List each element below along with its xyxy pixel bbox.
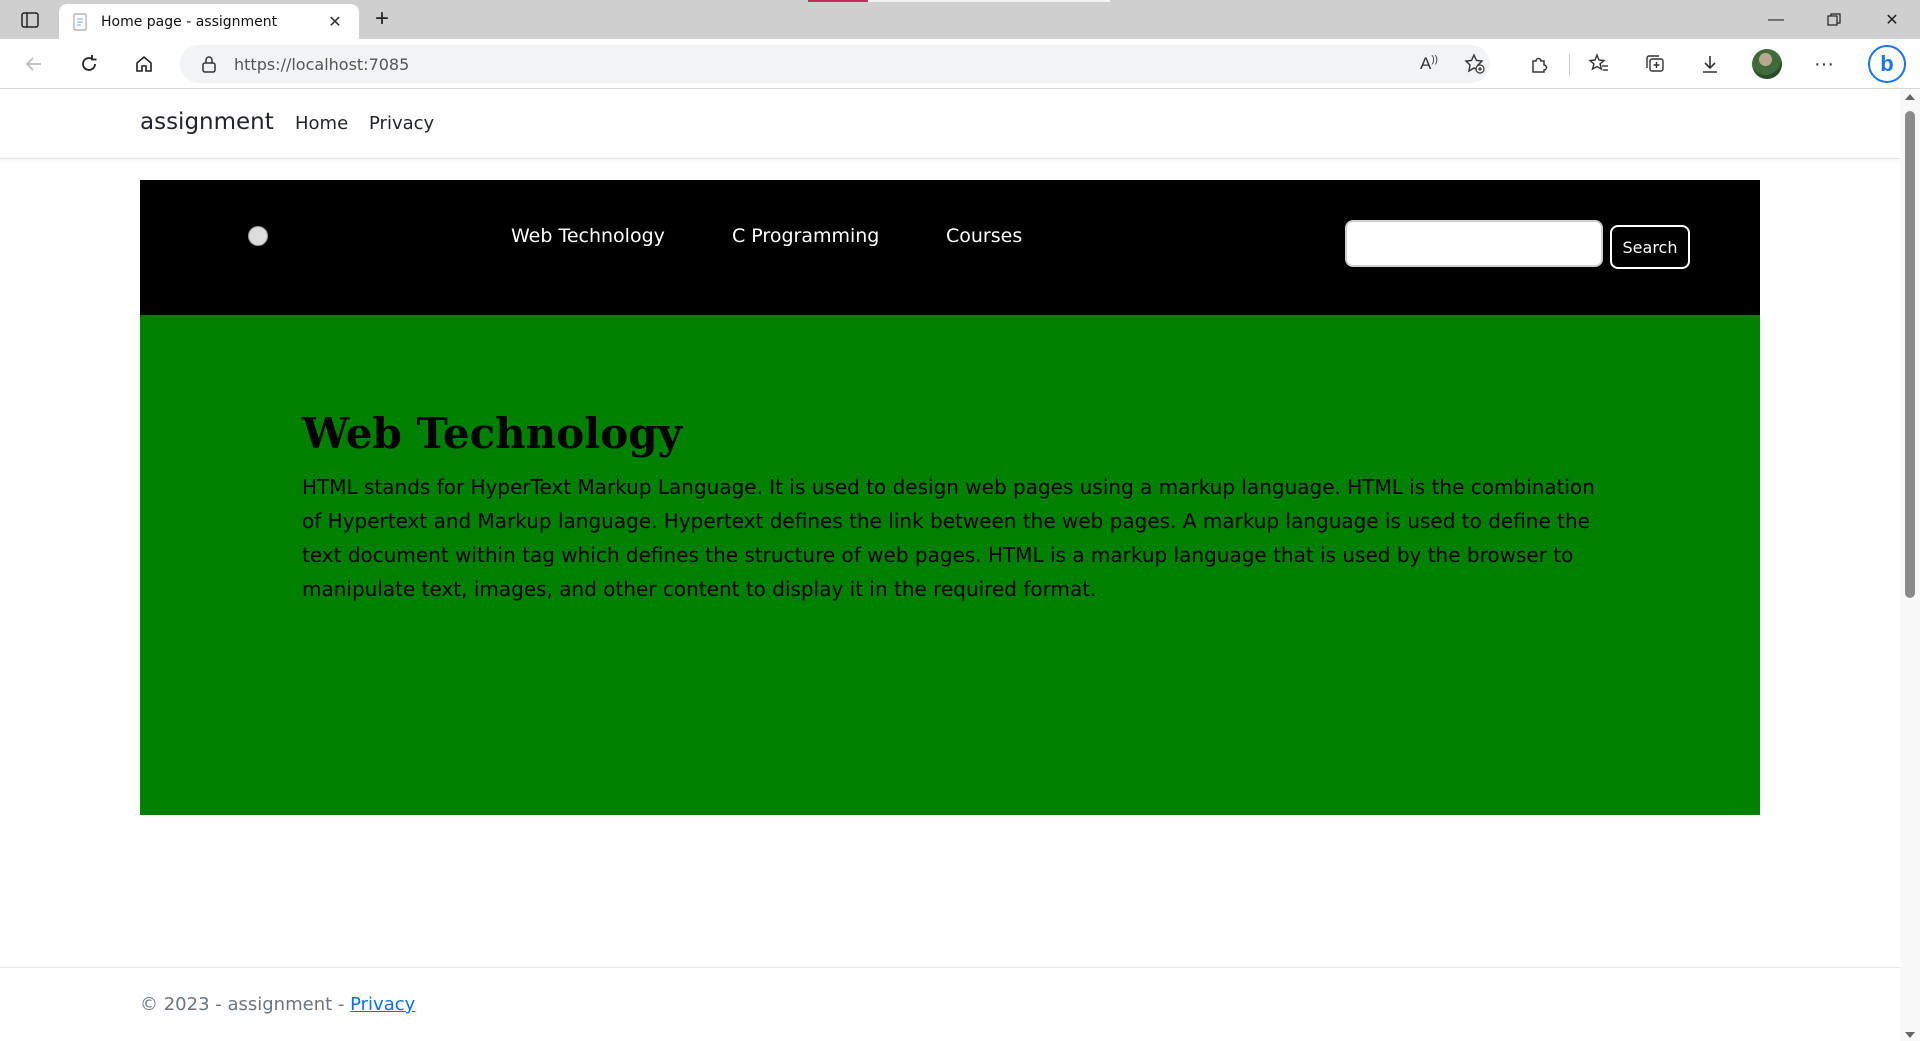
browser-toolbar: https://localhost:7085 A)) ··· b [0, 39, 1920, 89]
menu-courses[interactable]: Courses [946, 225, 1022, 247]
content-paragraph: HTML stands for HyperText Markup Languag… [302, 475, 1595, 601]
lock-icon[interactable] [200, 55, 218, 73]
extensions-icon[interactable] [1521, 48, 1557, 80]
site-header: assignment Home Privacy [0, 89, 1900, 159]
restore-button[interactable] [1806, 0, 1862, 39]
minimize-button[interactable]: — [1748, 0, 1804, 39]
url-text: https://localhost:7085 [234, 54, 410, 74]
loading-indicator [808, 0, 868, 2]
browser-tab-bar: Home page - assignment ✕ + — ✕ [0, 0, 1920, 39]
toolbar-divider [1569, 54, 1570, 76]
broken-logo-image [248, 226, 268, 246]
site-brand[interactable]: assignment [140, 109, 274, 135]
favorites-icon[interactable] [1581, 48, 1617, 80]
refresh-button[interactable] [71, 48, 107, 80]
page-viewport: assignment Home Privacy Web Technology C… [0, 89, 1900, 1041]
menu-web-technology[interactable]: Web Technology [511, 225, 665, 247]
site-footer: © 2023 - assignment - Privacy [140, 994, 415, 1015]
bing-icon[interactable]: b [1865, 45, 1909, 83]
footer-privacy-link[interactable]: Privacy [350, 994, 415, 1015]
nav-home-link[interactable]: Home [295, 113, 348, 134]
tab-title: Home page - assignment [101, 13, 278, 30]
more-menu-icon[interactable]: ··· [1806, 48, 1842, 80]
tab-close-icon[interactable]: ✕ [323, 12, 347, 32]
close-window-button[interactable]: ✕ [1864, 0, 1920, 39]
search-input[interactable] [1345, 220, 1603, 267]
collections-icon[interactable] [1637, 48, 1673, 80]
new-tab-button[interactable]: + [368, 6, 396, 34]
home-button[interactable] [126, 48, 162, 80]
address-bar[interactable]: https://localhost:7085 [180, 45, 1490, 83]
content-heading: Web Technology [302, 409, 683, 458]
scroll-up-arrow-icon[interactable] [1905, 94, 1915, 100]
downloads-icon[interactable] [1692, 48, 1728, 80]
add-favorite-icon[interactable] [1457, 48, 1493, 80]
profile-avatar[interactable] [1749, 48, 1785, 80]
browser-tab[interactable]: Home page - assignment ✕ [59, 4, 359, 39]
tab-actions-icon[interactable] [14, 9, 46, 31]
content-panel: Web Technology HTML stands for HyperText… [140, 315, 1760, 815]
search-button[interactable]: Search [1610, 225, 1690, 269]
footer-copyright: © 2023 - assignment - [140, 994, 351, 1015]
footer-divider [0, 967, 1900, 968]
menu-c-programming[interactable]: C Programming [732, 225, 879, 247]
read-aloud-icon[interactable]: A)) [1411, 48, 1447, 80]
scrollbar-thumb[interactable] [1905, 111, 1915, 598]
scroll-down-arrow-icon[interactable] [1905, 1032, 1915, 1038]
page-scrollbar[interactable] [1900, 89, 1920, 1041]
page-icon [73, 13, 87, 30]
back-button[interactable] [16, 48, 52, 80]
nav-privacy-link[interactable]: Privacy [369, 113, 434, 134]
content-nav-bar: Web Technology C Programming Courses Sea… [140, 180, 1760, 315]
loading-track [868, 0, 1110, 2]
